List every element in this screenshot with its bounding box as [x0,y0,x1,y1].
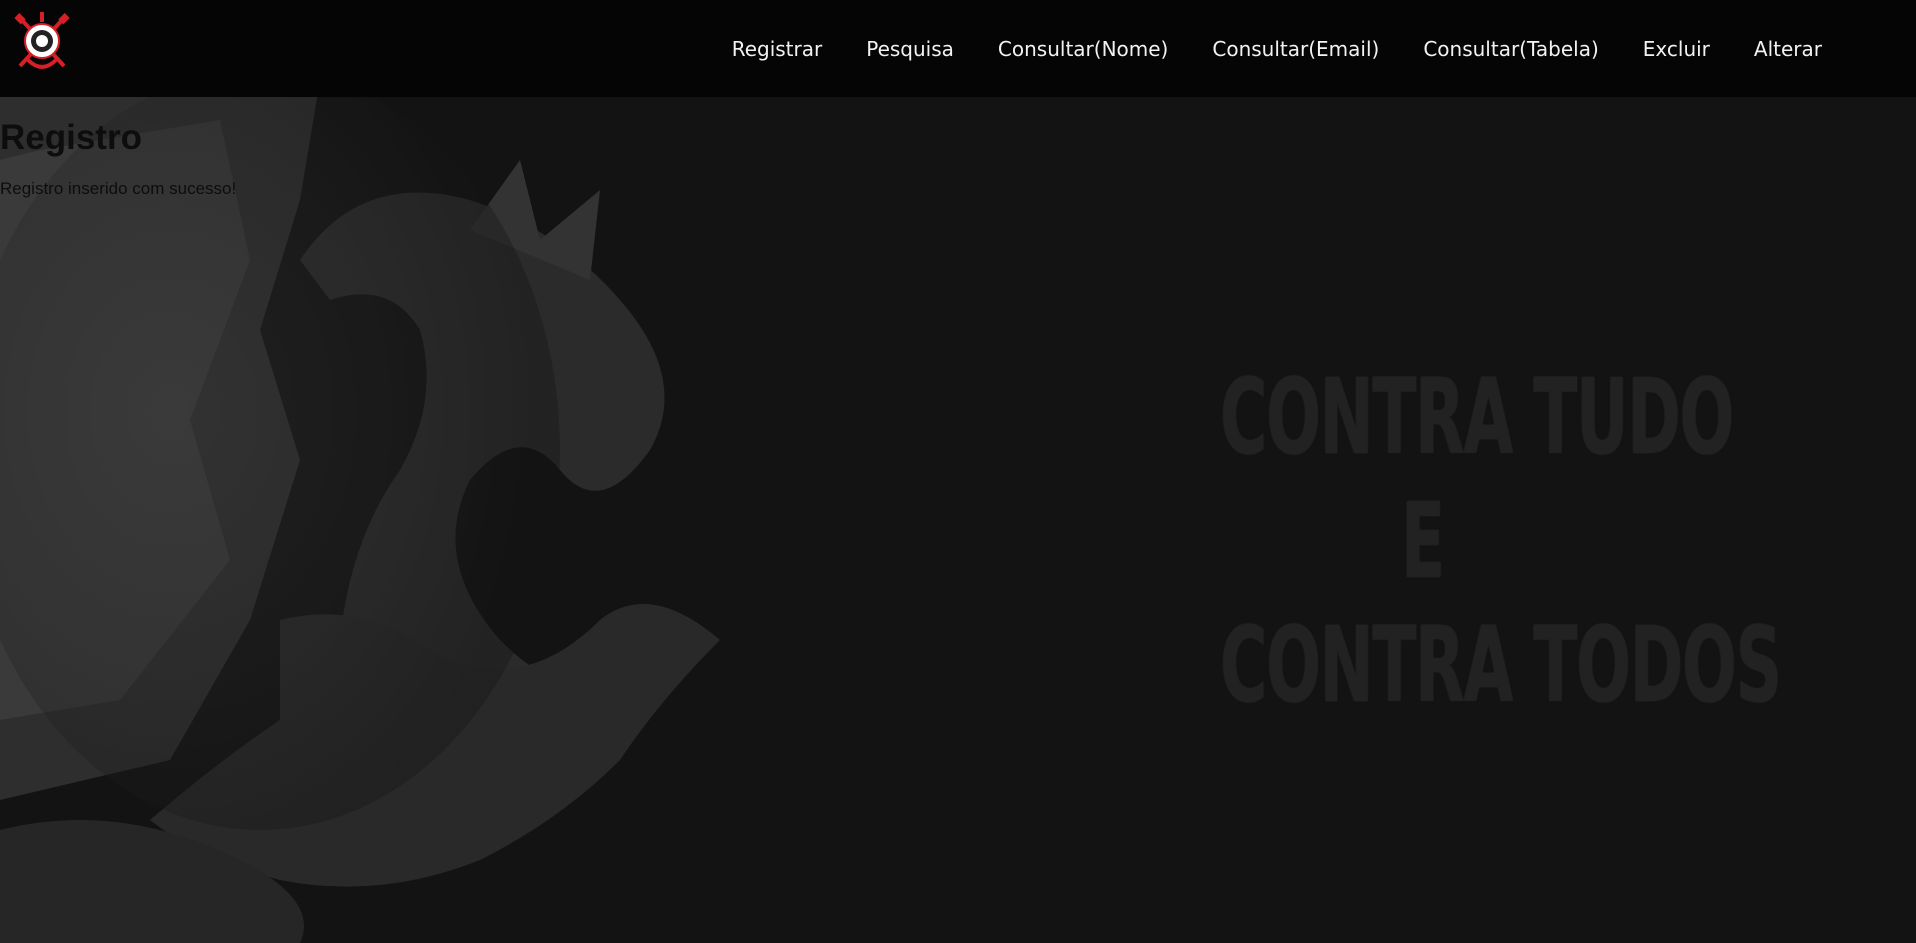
nav-link-consultar-email[interactable]: Consultar(Email) [1212,37,1379,61]
slogan-line-3: CONTRA TODOS [1220,604,1782,726]
nav-link-alterar[interactable]: Alterar [1754,37,1822,61]
status-message: Registro inserido com sucesso! [0,179,237,198]
slogan-line-1: CONTRA TUDO [1220,356,1734,478]
nav-links: Registrar Pesquisa Consultar(Nome) Consu… [688,0,1822,97]
nav-link-excluir[interactable]: Excluir [1643,37,1710,61]
slogan: CONTRA TUDO E CONTRA TODOS [1220,355,1782,727]
page-title: Registro [0,118,142,157]
nav-link-registrar[interactable]: Registrar [732,37,823,61]
nav-link-pesquisa[interactable]: Pesquisa [866,37,954,61]
slogan-line-2: E [1401,480,1445,602]
page: Registrar Pesquisa Consultar(Nome) Consu… [0,0,1916,943]
main-content: Registro Registro inserido com sucesso! [0,97,236,199]
corinthians-logo-icon[interactable] [14,10,70,74]
top-navbar: Registrar Pesquisa Consultar(Nome) Consu… [0,0,1916,97]
nav-link-consultar-tabela[interactable]: Consultar(Tabela) [1423,37,1598,61]
nav-link-consultar-nome[interactable]: Consultar(Nome) [998,37,1168,61]
